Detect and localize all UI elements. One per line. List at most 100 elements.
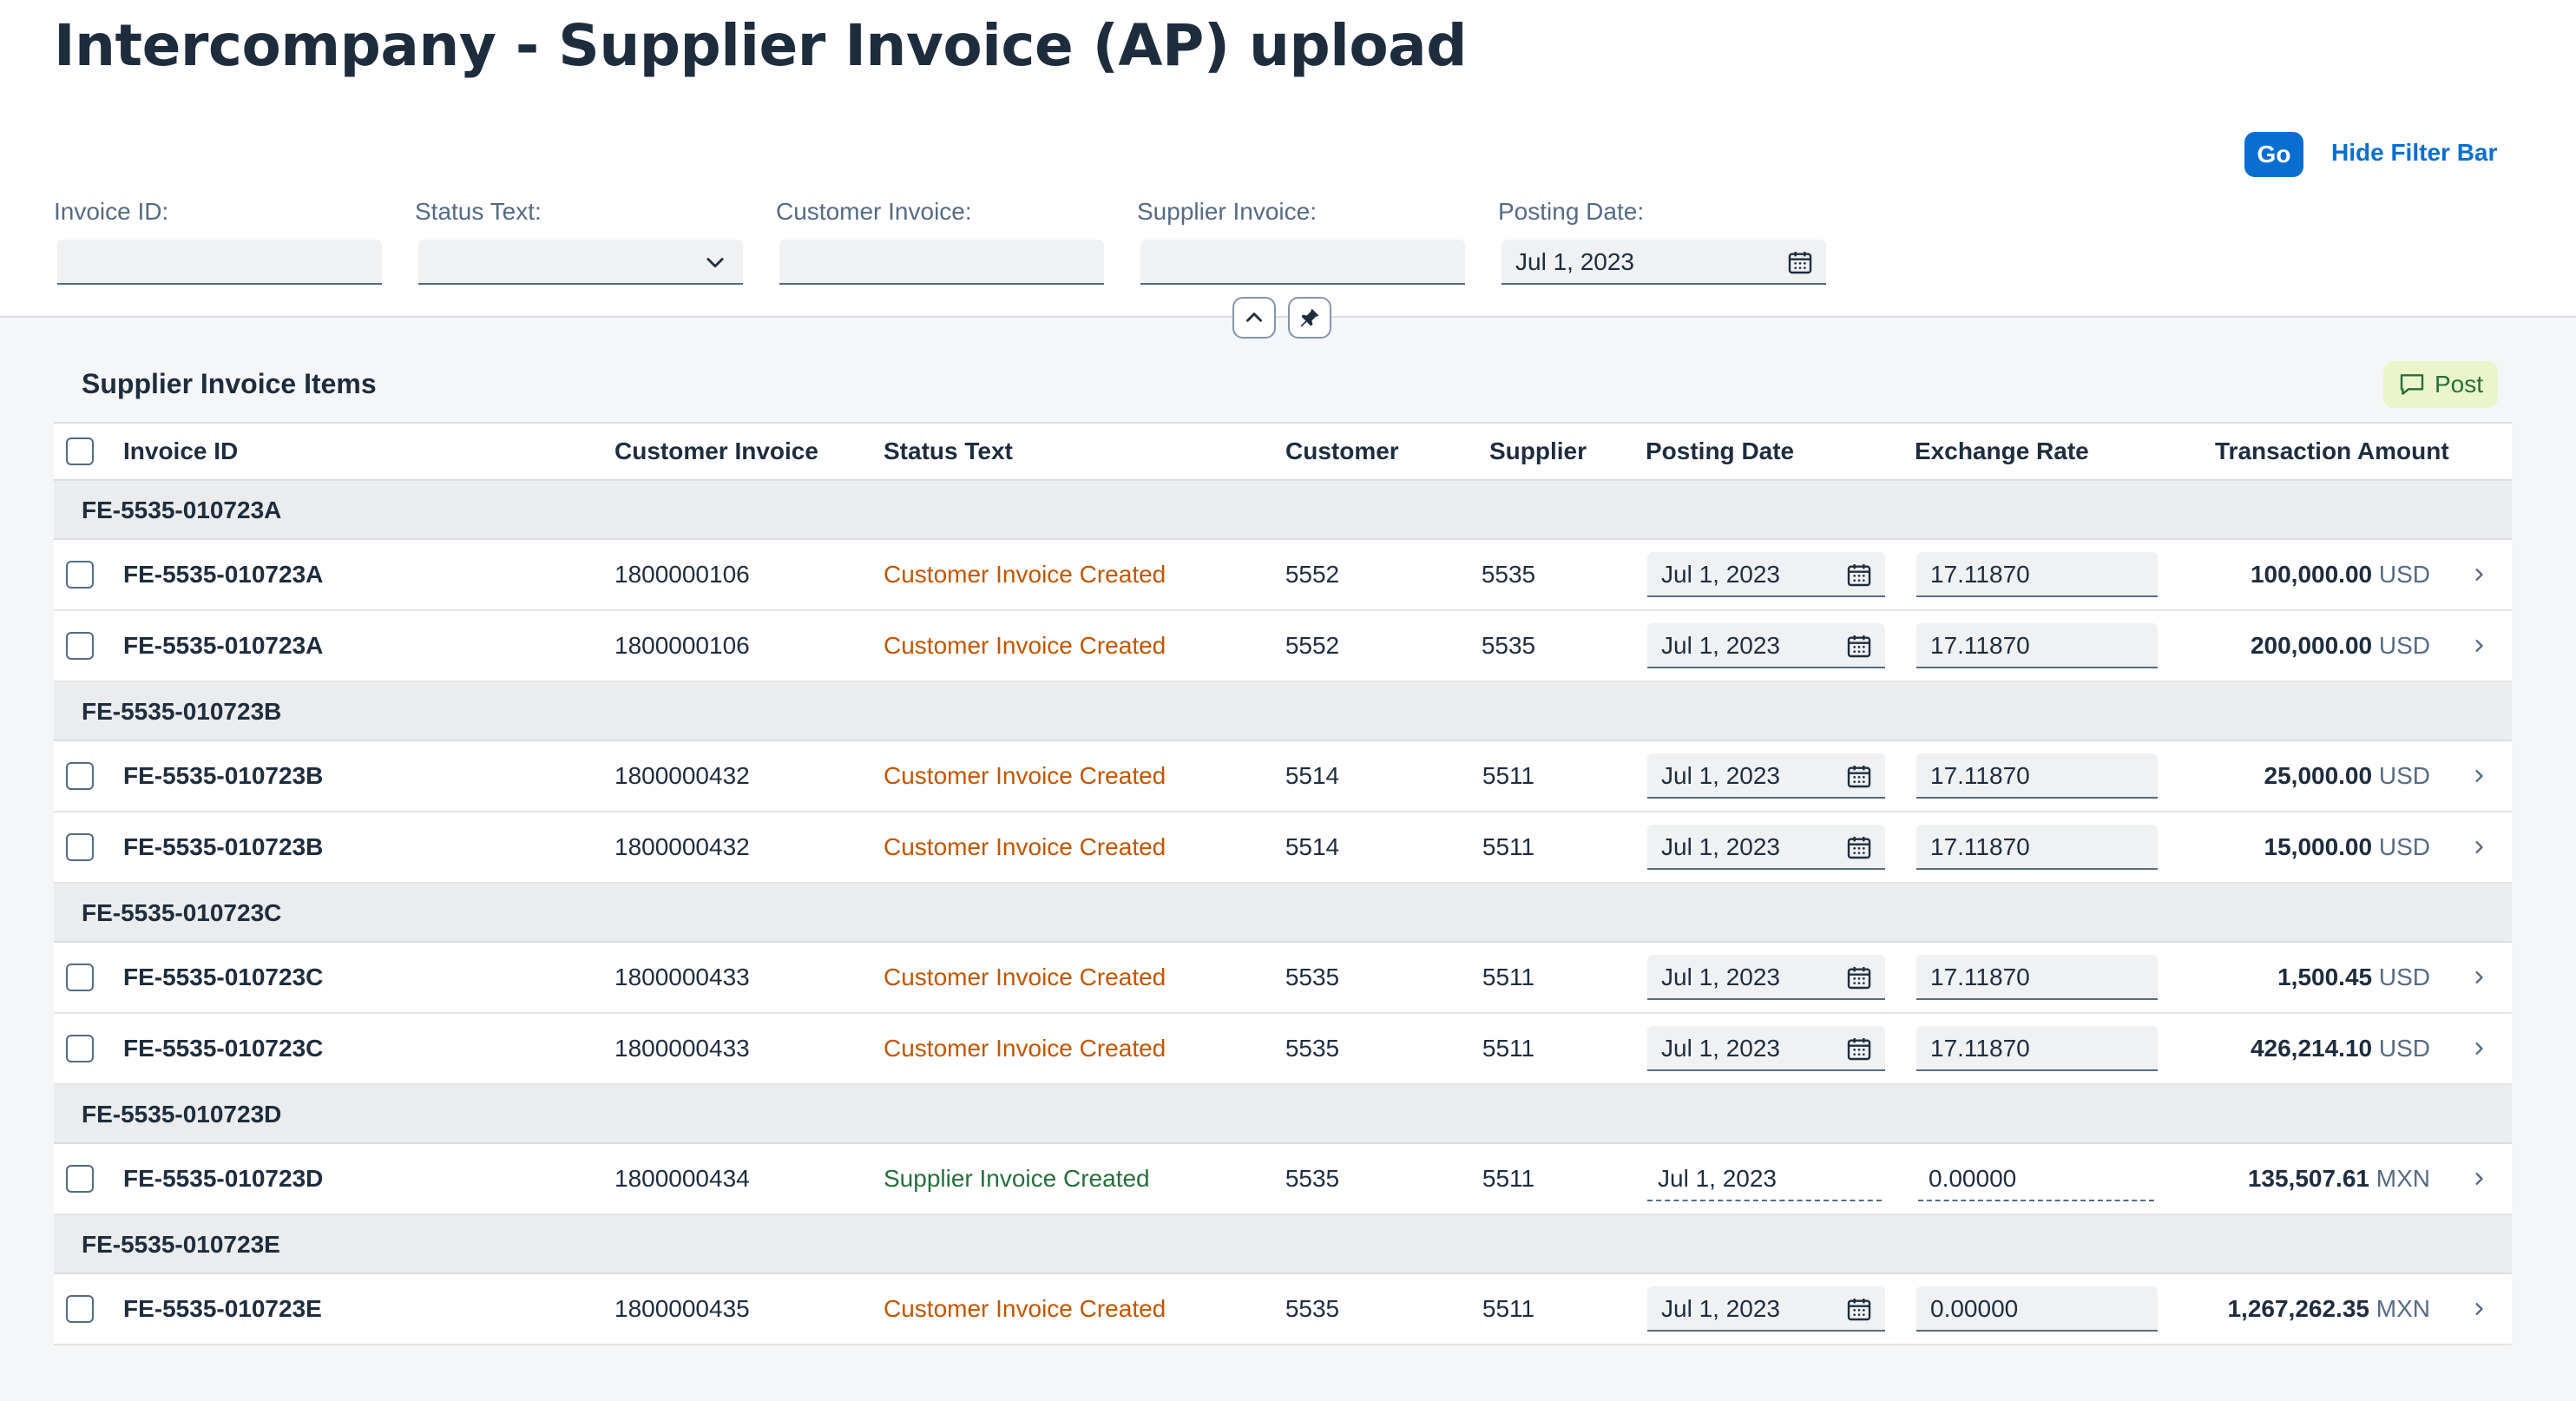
chevron-right-icon[interactable] — [2467, 1167, 2491, 1191]
group-header-row[interactable]: FE-5535-010723B — [54, 682, 2512, 741]
supplier-invoice-input[interactable] — [1140, 240, 1465, 285]
chevron-right-icon[interactable] — [2467, 965, 2491, 990]
row-checkbox[interactable] — [66, 833, 94, 861]
group-header-row[interactable]: FE-5535-010723E — [54, 1215, 2512, 1274]
posting-date-input[interactable]: Jul 1, 2023 — [1502, 240, 1826, 285]
chevron-right-icon[interactable] — [2467, 1036, 2491, 1061]
column-header-posting-date[interactable]: Posting Date — [1646, 437, 1794, 465]
chevron-right-icon[interactable] — [2467, 764, 2491, 788]
table-row[interactable]: FE-5535-010723E 1800000435 Customer Invoic… — [54, 1274, 2512, 1345]
status-text-label: Status Text: — [415, 198, 542, 225]
chevron-right-icon[interactable] — [2467, 634, 2491, 658]
group-title: FE-5535-010723B — [82, 698, 282, 725]
customer-invoice-cell: 1800000433 — [614, 1035, 750, 1062]
customer-invoice-input[interactable] — [779, 240, 1104, 285]
calendar-icon[interactable] — [1845, 1295, 1873, 1323]
table-row[interactable]: FE-5535-010723C 1800000433 Customer Invoic… — [54, 1014, 2512, 1085]
calendar-icon[interactable] — [1845, 762, 1873, 790]
calendar-icon[interactable] — [1845, 632, 1873, 660]
table-body: FE-5535-010723A FE-5535-010723A 1800000106… — [54, 481, 2512, 1345]
group-title: FE-5535-010723A — [82, 497, 282, 523]
table-row[interactable]: FE-5535-010723D 1800000434 Supplier Invoic… — [54, 1144, 2512, 1215]
table-row[interactable]: FE-5535-010723A 1800000106 Customer Invoic… — [54, 611, 2512, 682]
column-header-transaction-amount[interactable]: Transaction Amount — [2215, 437, 2449, 465]
chevron-right-icon[interactable] — [2467, 835, 2491, 859]
column-header-exchange-rate[interactable]: Exchange Rate — [1915, 437, 2089, 465]
transaction-amount-cell: 200,000.00 USD — [2119, 632, 2430, 660]
select-all-checkbox[interactable] — [66, 437, 94, 465]
group-header-row[interactable]: FE-5535-010723A — [54, 481, 2512, 540]
customer-cell: 5535 — [1285, 1295, 1340, 1322]
customer-cell: 5552 — [1285, 632, 1340, 659]
row-checkbox[interactable] — [66, 1035, 94, 1062]
status-text-select[interactable] — [418, 240, 743, 285]
calendar-icon[interactable] — [1845, 833, 1873, 861]
invoice-id-cell: FE-5535-010723A — [123, 561, 324, 588]
posting-date-picker[interactable]: Jul 1, 2023 — [1647, 552, 1885, 597]
pin-icon — [1300, 308, 1319, 327]
supplier-invoice-label: Supplier Invoice: — [1137, 198, 1318, 225]
invoice-id-cell: FE-5535-010723A — [123, 632, 324, 659]
posting-date-value: Jul 1, 2023 — [1661, 964, 1780, 990]
table-row[interactable]: FE-5535-010723C 1800000433 Customer Invoic… — [54, 943, 2512, 1014]
chevron-right-icon[interactable] — [2467, 1297, 2491, 1321]
posting-date-value: Jul 1, 2023 — [1661, 1295, 1780, 1322]
supplier-cell: 5511 — [1482, 964, 1535, 990]
page-title: Intercompany - Supplier Invoice (AP) upl… — [54, 12, 1467, 79]
calendar-icon[interactable] — [1845, 561, 1873, 589]
posting-date-picker[interactable]: Jul 1, 2023 — [1647, 825, 1885, 870]
calendar-icon[interactable] — [1845, 1035, 1873, 1062]
group-header-row[interactable]: FE-5535-010723D — [54, 1085, 2512, 1144]
exchange-rate-value: 17.11870 — [1930, 632, 2030, 659]
exchange-rate-value: 17.11870 — [1930, 762, 2030, 789]
calendar-icon[interactable] — [1845, 964, 1873, 991]
comment-icon — [2400, 374, 2424, 395]
invoice-id-cell: FE-5535-010723B — [123, 833, 324, 860]
posting-date-picker[interactable]: Jul 1, 2023 — [1647, 1026, 1885, 1071]
hide-filter-bar-link[interactable]: Hide Filter Bar — [2331, 139, 2497, 167]
column-header-supplier[interactable]: Supplier — [1489, 437, 1587, 465]
table-row[interactable]: FE-5535-010723B 1800000432 Customer Invoic… — [54, 812, 2512, 884]
posting-date-picker[interactable]: Jul 1, 2023 — [1647, 1286, 1885, 1332]
customer-invoice-cell: 1800000432 — [614, 833, 750, 860]
column-header-invoice-id[interactable]: Invoice ID — [123, 437, 238, 465]
group-title: FE-5535-010723E — [82, 1231, 280, 1258]
table-row[interactable]: FE-5535-010723A 1800000106 Customer Invoic… — [54, 540, 2512, 611]
row-checkbox[interactable] — [66, 561, 94, 589]
exchange-rate-value: 0.00000 — [1930, 1295, 2019, 1322]
collapse-header-button[interactable] — [1232, 297, 1276, 339]
invoice-id-input[interactable] — [57, 240, 382, 285]
go-button[interactable]: Go — [2244, 132, 2303, 177]
row-checkbox[interactable] — [66, 1165, 94, 1193]
column-header-customer[interactable]: Customer — [1285, 437, 1399, 465]
exchange-rate-value: 17.11870 — [1930, 833, 2030, 860]
row-checkbox[interactable] — [66, 632, 94, 660]
row-checkbox[interactable] — [66, 762, 94, 790]
currency-code: MXN — [2376, 1295, 2430, 1322]
posting-date-picker[interactable]: Jul 1, 2023 — [1647, 753, 1885, 799]
column-header-customer-invoice[interactable]: Customer Invoice — [614, 437, 818, 465]
column-header-status-text[interactable]: Status Text — [884, 437, 1013, 465]
pin-header-button[interactable] — [1288, 297, 1331, 339]
row-checkbox[interactable] — [66, 1295, 94, 1323]
calendar-icon[interactable] — [1786, 248, 1814, 276]
transaction-amount-cell: 1,267,262.35 MXN — [2119, 1295, 2430, 1323]
currency-code: USD — [2378, 632, 2430, 659]
customer-invoice-cell: 1800000106 — [614, 561, 750, 588]
posting-date-picker[interactable]: Jul 1, 2023 — [1647, 623, 1885, 668]
customer-cell: 5535 — [1285, 964, 1340, 990]
group-title: FE-5535-010723D — [82, 1101, 282, 1128]
invoice-id-cell: FE-5535-010723C — [123, 1035, 324, 1062]
post-button[interactable]: Post — [2383, 361, 2498, 408]
status-text-cell: Customer Invoice Created — [884, 561, 1166, 588]
row-checkbox[interactable] — [66, 964, 94, 991]
table-row[interactable]: FE-5535-010723B 1800000432 Customer Invoic… — [54, 741, 2512, 812]
group-header-row[interactable]: FE-5535-010723C — [54, 884, 2512, 943]
exchange-rate-value: 17.11870 — [1930, 964, 2030, 990]
post-label: Post — [2434, 371, 2484, 398]
chevron-right-icon[interactable] — [2467, 562, 2491, 587]
chevron-down-icon[interactable] — [703, 250, 727, 274]
customer-invoice-cell: 1800000432 — [614, 762, 750, 789]
posting-date-picker[interactable]: Jul 1, 2023 — [1647, 955, 1885, 1000]
supplier-cell: 5535 — [1481, 632, 1536, 659]
